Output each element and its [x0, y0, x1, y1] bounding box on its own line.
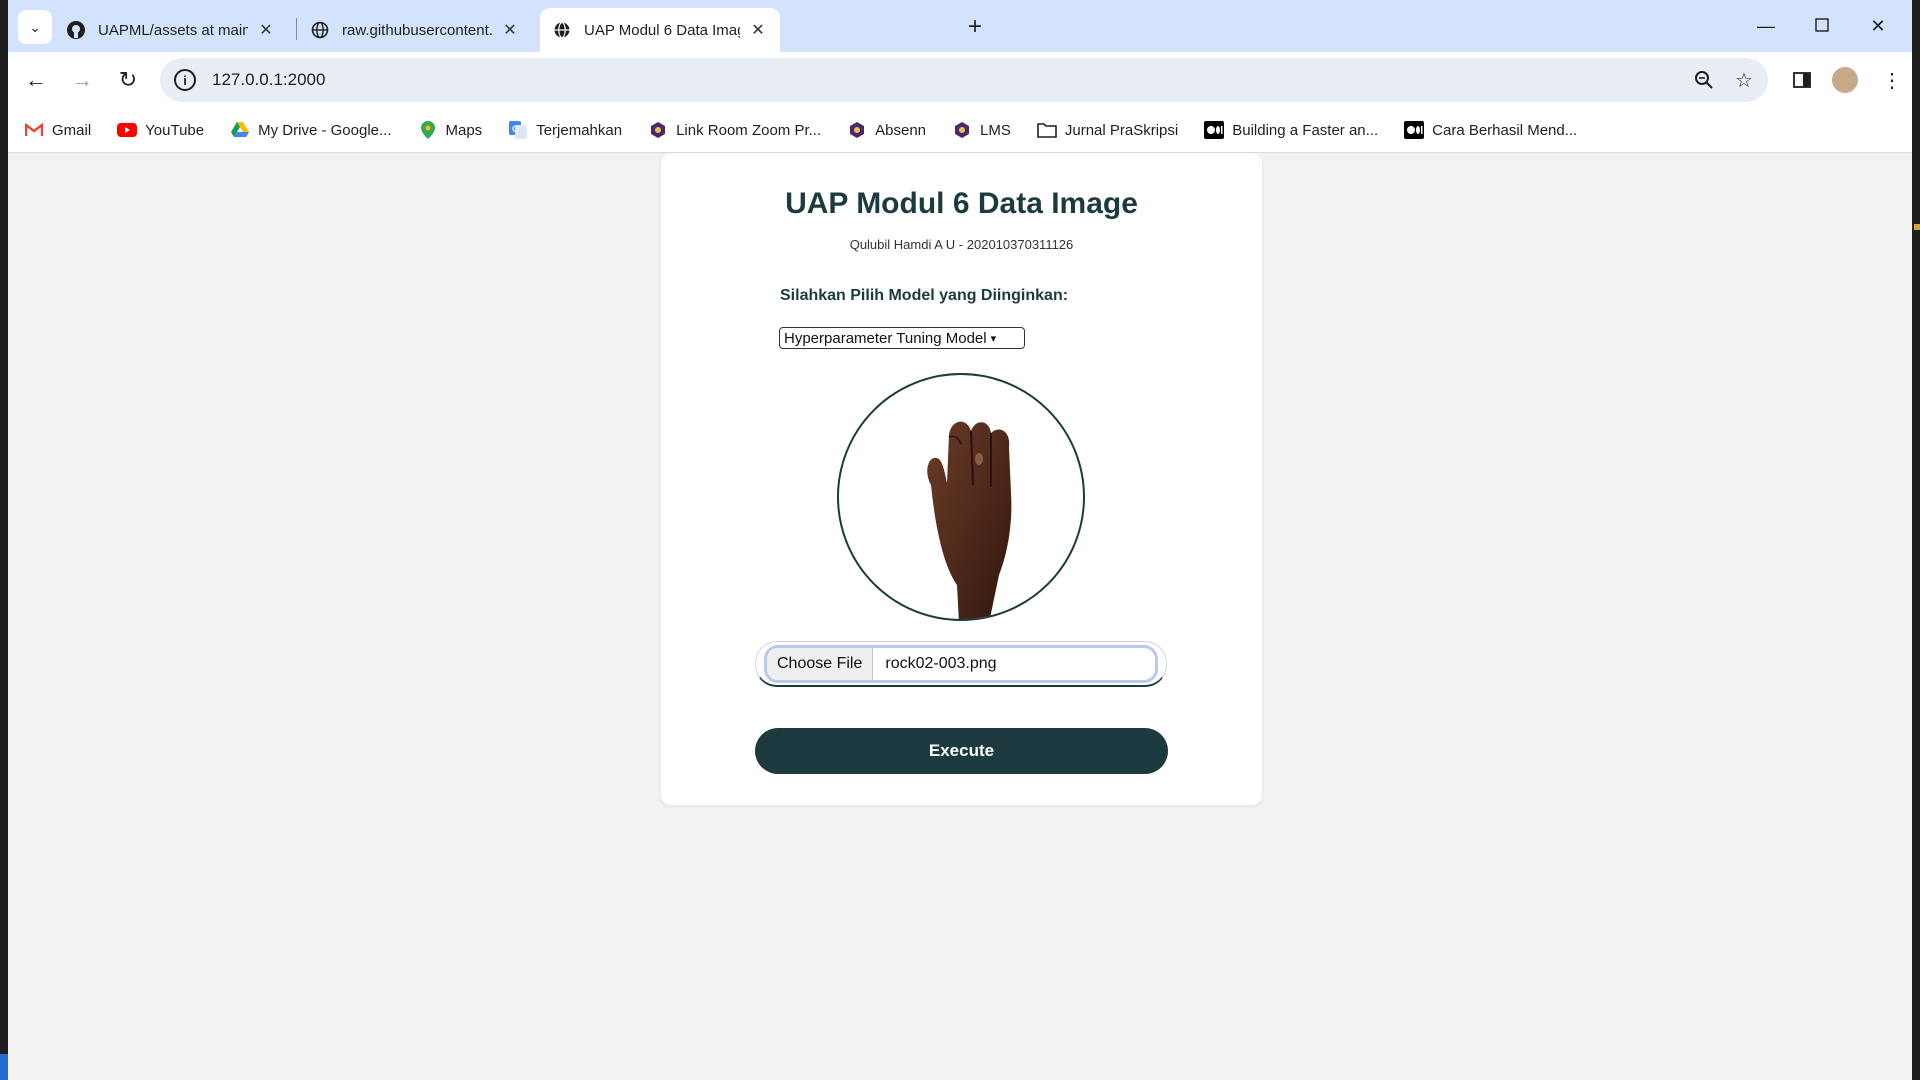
page-title: UAP Modul 6 Data Image: [785, 187, 1138, 220]
bookmark-label: Maps: [445, 121, 483, 139]
scrollbar-marker: [1914, 224, 1920, 230]
plus-icon: +: [967, 13, 982, 40]
bookmark-label: LMS: [980, 121, 1011, 139]
bookmark-my-drive[interactable]: My Drive - Google...: [230, 120, 392, 140]
profile-avatar[interactable]: [1832, 67, 1858, 93]
file-upload-wrapper: Choose File rock02-003.png: [755, 641, 1167, 687]
bookmark-link-room-zoom[interactable]: Link Room Zoom Pr...: [648, 120, 821, 140]
tab-strip: ⌄ UAPML/assets at main · Qulubil ✕ raw.g…: [8, 0, 1920, 52]
image-preview: [837, 373, 1085, 621]
tab-title: raw.githubusercontent.com/mu: [342, 21, 492, 39]
youtube-icon: [117, 120, 138, 140]
bookmark-lms[interactable]: LMS: [952, 120, 1011, 140]
bookmark-label: Absenn: [875, 121, 927, 139]
minimize-button[interactable]: —: [1738, 8, 1794, 44]
close-icon[interactable]: ✕: [748, 20, 768, 40]
bookmark-cara-berhasil[interactable]: Cara Berhasil Mend...: [1404, 120, 1577, 140]
bookmark-label: Terjemahkan: [536, 121, 623, 139]
selected-file-name: rock02-003.png: [885, 655, 997, 672]
chevron-down-icon: ⌄: [29, 18, 41, 35]
bookmark-label: Jurnal PraSkripsi: [1064, 121, 1179, 139]
bookmark-absenn[interactable]: Absenn: [847, 120, 926, 140]
tab-separator: [296, 18, 297, 40]
back-button[interactable]: ←: [18, 62, 54, 98]
bookmark-terjemahkan[interactable]: G Terjemahkan: [508, 120, 622, 140]
zoom-icon[interactable]: [1686, 62, 1722, 98]
model-select[interactable]: Hyperparameter Tuning Model ▾: [779, 327, 1025, 349]
drive-icon: [230, 120, 250, 140]
file-input[interactable]: Choose File rock02-003.png: [764, 645, 1158, 683]
forward-button[interactable]: →: [64, 62, 100, 98]
window-edge-left: [0, 0, 8, 1080]
medium-icon: [1404, 120, 1425, 140]
info-icon[interactable]: i: [174, 69, 196, 91]
bookmark-jurnal-praskripsi[interactable]: Jurnal PraSkripsi: [1037, 120, 1178, 140]
close-icon[interactable]: ✕: [256, 20, 276, 40]
bookmarks-bar: Gmail YouTube My Drive - Google... Maps …: [8, 108, 1920, 153]
page-viewport: UAP Modul 6 Data Image Qulubil Hamdi A U…: [8, 153, 1912, 1080]
taskbar-marker: [0, 1054, 8, 1080]
svg-text:G: G: [512, 124, 519, 134]
translate-icon: G: [508, 120, 528, 140]
model-selected-value: Hyperparameter Tuning Model: [784, 329, 987, 347]
browser-chrome: ⌄ UAPML/assets at main · Qulubil ✕ raw.g…: [8, 0, 1920, 153]
tab-title: UAP Modul 6 Data Image: [584, 21, 740, 39]
bookmark-label: YouTube: [145, 121, 205, 139]
close-icon: ✕: [1870, 15, 1886, 36]
close-window-button[interactable]: ✕: [1850, 8, 1906, 44]
tab-title: UAPML/assets at main · Qulubil: [98, 21, 248, 39]
tab-uap-modul-6[interactable]: UAP Modul 6 Data Image ✕: [540, 8, 780, 52]
model-select-label: Silahkan Pilih Model yang Diinginkan:: [780, 287, 1069, 304]
main-card: UAP Modul 6 Data Image Qulubil Hamdi A U…: [661, 153, 1262, 805]
university-icon: [952, 120, 972, 140]
bookmark-label: Cara Berhasil Mend...: [1432, 121, 1578, 139]
reload-button[interactable]: ↻: [110, 62, 146, 98]
address-bar[interactable]: i 127.0.0.1:2000 ☆: [160, 58, 1768, 102]
bookmark-label: My Drive - Google...: [258, 121, 392, 139]
tab-raw-githubusercontent[interactable]: raw.githubusercontent.com/mu ✕: [298, 8, 532, 52]
maps-icon: [418, 120, 438, 140]
bookmark-label: Link Room Zoom Pr...: [676, 121, 822, 139]
bookmark-youtube[interactable]: YouTube: [117, 120, 204, 140]
bookmark-building-faster[interactable]: Building a Faster an...: [1204, 120, 1378, 140]
more-menu-icon[interactable]: ⋮: [1874, 62, 1910, 98]
globe-icon: [552, 20, 572, 40]
author-subtitle: Qulubil Hamdi A U - 202010370311126: [849, 237, 1074, 252]
bookmark-gmail[interactable]: Gmail: [24, 120, 91, 140]
star-icon[interactable]: ☆: [1726, 62, 1762, 98]
close-icon[interactable]: ✕: [500, 20, 520, 40]
url-text: 127.0.0.1:2000: [212, 70, 326, 89]
globe-icon: [310, 20, 330, 40]
hand-image: [927, 421, 1012, 619]
tab-uapml-assets[interactable]: UAPML/assets at main · Qulubil ✕: [54, 8, 288, 52]
bookmark-label: Building a Faster an...: [1232, 121, 1379, 139]
reload-icon: ↻: [118, 67, 138, 92]
window-edge-right: [1912, 0, 1920, 1080]
gmail-icon: [24, 120, 44, 140]
folder-icon: [1037, 120, 1057, 140]
arrow-right-icon: →: [71, 67, 93, 92]
bookmark-label: Gmail: [52, 121, 92, 139]
university-icon: [648, 120, 668, 140]
chevron-down-icon: ▾: [990, 332, 997, 345]
side-panel-icon[interactable]: [1784, 62, 1820, 98]
tab-search-button[interactable]: ⌄: [18, 10, 52, 44]
maximize-button[interactable]: [1794, 8, 1850, 44]
arrow-left-icon: ←: [25, 67, 47, 92]
execute-button[interactable]: Execute: [755, 728, 1168, 774]
new-tab-button[interactable]: +: [960, 12, 990, 42]
choose-file-button[interactable]: Choose File: [767, 648, 874, 680]
toolbar: ← → ↻ i 127.0.0.1:2000 ☆ ⋮: [8, 52, 1920, 108]
medium-icon: [1204, 120, 1225, 140]
bookmark-maps[interactable]: Maps: [418, 120, 483, 140]
university-icon: [847, 120, 867, 140]
minimize-icon: —: [1757, 15, 1775, 36]
maximize-icon: [1815, 16, 1829, 37]
github-icon: [66, 20, 86, 40]
